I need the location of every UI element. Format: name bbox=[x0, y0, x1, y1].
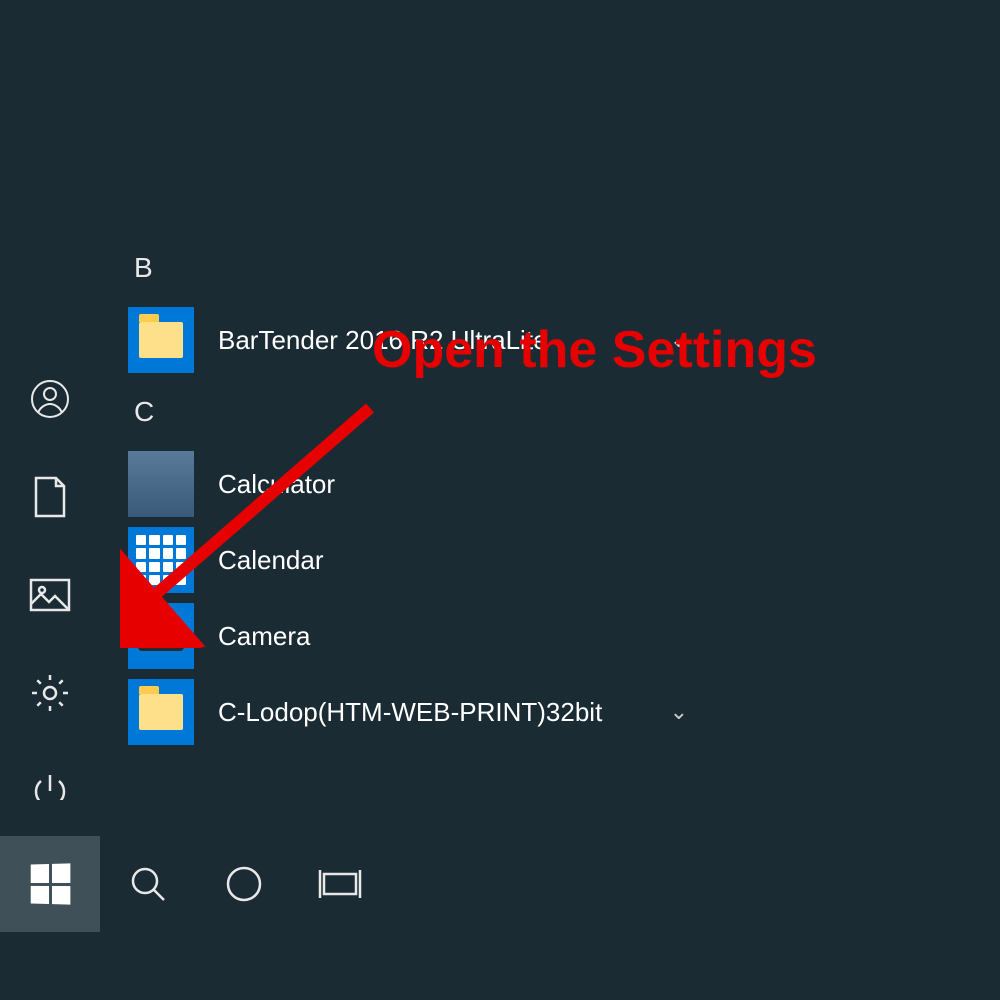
group-header-b[interactable]: B bbox=[128, 252, 728, 284]
task-view-button[interactable] bbox=[292, 836, 388, 932]
app-label: Calendar bbox=[218, 545, 324, 576]
calculator-icon bbox=[128, 451, 194, 517]
folder-icon bbox=[128, 307, 194, 373]
app-camera[interactable]: Camera bbox=[128, 598, 728, 674]
pictures-button[interactable] bbox=[29, 574, 71, 616]
user-account-button[interactable] bbox=[29, 378, 71, 420]
app-calculator[interactable]: Calculator bbox=[128, 446, 728, 522]
app-label: Calculator bbox=[218, 469, 335, 500]
windows-logo-icon bbox=[31, 863, 71, 904]
app-label: C-Lodop(HTM-WEB-PRINT)32bit bbox=[218, 697, 602, 728]
taskbar bbox=[0, 836, 1000, 932]
start-rail bbox=[0, 0, 100, 836]
search-button[interactable] bbox=[100, 836, 196, 932]
settings-button[interactable] bbox=[29, 672, 71, 714]
app-clodop[interactable]: C-Lodop(HTM-WEB-PRINT)32bit ⌄ bbox=[128, 674, 728, 750]
calendar-icon bbox=[128, 527, 194, 593]
group-header-c[interactable]: C bbox=[128, 396, 728, 428]
camera-icon bbox=[128, 603, 194, 669]
folder-icon bbox=[128, 679, 194, 745]
desktop-area bbox=[0, 932, 1000, 1000]
spacer bbox=[0, 800, 1000, 836]
app-label: Camera bbox=[218, 621, 310, 652]
start-button[interactable] bbox=[0, 836, 100, 932]
app-calendar[interactable]: Calendar bbox=[128, 522, 728, 598]
documents-button[interactable] bbox=[29, 476, 71, 518]
annotation-text: Open the Settings bbox=[372, 320, 817, 380]
cortana-button[interactable] bbox=[196, 836, 292, 932]
start-menu: B BarTender 2016 R2 UltraLite ⌄ C Calcul… bbox=[0, 0, 1000, 836]
chevron-down-icon: ⌄ bbox=[670, 699, 688, 725]
